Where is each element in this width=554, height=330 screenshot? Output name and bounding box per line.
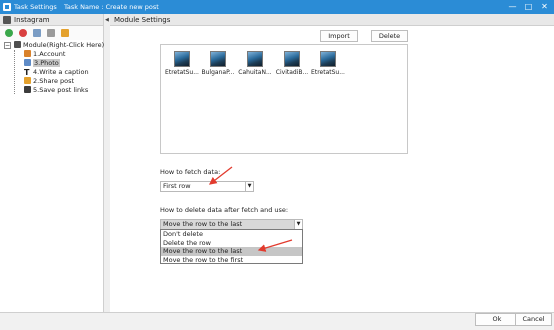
account-icon xyxy=(24,50,31,57)
photo-caption: EtretatSu... xyxy=(165,69,199,76)
photo-image xyxy=(247,51,263,67)
title-bar: Task Settings Task Name : Create new pos… xyxy=(0,0,554,14)
tree-item-photo[interactable]: 3.Photo xyxy=(24,59,60,68)
delete-button[interactable]: Delete xyxy=(371,30,408,42)
tree-toolbar xyxy=(0,26,104,40)
task-name: Task Name : Create new post xyxy=(64,3,159,11)
tree-item-label: 1.Account xyxy=(33,50,66,58)
ok-button[interactable]: Ok xyxy=(475,313,519,326)
paste-icon[interactable] xyxy=(47,29,55,37)
photo-thumbnail[interactable]: EtretatSu... xyxy=(165,51,199,76)
option-move-to-first[interactable]: Move the row to the first xyxy=(161,256,302,265)
photo-image xyxy=(210,51,226,67)
delete-options-list: Don't delete Delete the row Move the row… xyxy=(160,229,303,264)
minimize-button[interactable]: — xyxy=(507,2,518,12)
tree-root-label: Module(Right-Click Here) xyxy=(23,41,105,49)
photo-caption: CahuitaN... xyxy=(238,69,272,76)
tree-connector xyxy=(14,50,15,94)
chevron-down-icon[interactable]: ▼ xyxy=(245,182,253,191)
remove-icon[interactable] xyxy=(19,29,27,37)
close-button[interactable]: ✕ xyxy=(539,2,550,12)
fetch-select[interactable]: First row ▼ xyxy=(160,181,254,192)
photo-image xyxy=(284,51,300,67)
delete-after-select-value: Move the row to the last xyxy=(163,220,243,228)
photo-image xyxy=(320,51,336,67)
settings-icon[interactable] xyxy=(61,29,69,37)
photo-gallery: EtretatSu... BulganaP... CahuitaN... Civ… xyxy=(160,44,408,154)
copy-icon[interactable] xyxy=(33,29,41,37)
left-panel-header: Instagram xyxy=(0,14,104,26)
tree-item-label: 5.Save post links xyxy=(33,86,89,94)
footer-bar xyxy=(0,312,554,330)
text-icon: T xyxy=(24,68,30,77)
photo-thumbnail[interactable]: BulganaP... xyxy=(201,51,235,76)
photo-caption: CivitadiB... xyxy=(275,69,309,76)
photo-caption: BulganaP... xyxy=(201,69,235,76)
cancel-button[interactable]: Cancel xyxy=(515,313,552,326)
fetch-label: How to fetch data: xyxy=(160,168,221,176)
tree-item-share[interactable]: 2.Share post xyxy=(24,77,74,86)
module-icon xyxy=(14,41,21,48)
right-panel-header: Module Settings xyxy=(110,14,554,26)
fetch-select-value: First row xyxy=(163,182,191,190)
photo-thumbnail[interactable]: CahuitaN... xyxy=(238,51,272,76)
window-title: Task Settings xyxy=(14,3,57,11)
panel-splitter[interactable]: ◀ xyxy=(104,14,110,312)
app-icon xyxy=(3,3,11,11)
instagram-icon xyxy=(3,16,11,24)
import-button[interactable]: Import xyxy=(320,30,358,42)
tree-item-label: 2.Share post xyxy=(33,77,75,85)
left-panel-title: Instagram xyxy=(14,16,50,24)
tree-item-account[interactable]: 1.Account xyxy=(24,50,65,59)
module-settings-title: Module Settings xyxy=(114,16,171,24)
option-move-to-last[interactable]: Move the row to the last xyxy=(161,247,302,256)
collapse-icon[interactable]: − xyxy=(4,42,11,49)
option-delete-row[interactable]: Delete the row xyxy=(161,239,302,248)
tree-item-save-links[interactable]: 5.Save post links xyxy=(24,86,88,95)
tree-item-label: 4.Write a caption xyxy=(33,68,89,76)
tree-root[interactable]: Module(Right-Click Here) xyxy=(14,41,104,50)
photo-caption: EtretatSu... xyxy=(311,69,345,76)
maximize-button[interactable]: □ xyxy=(523,2,534,12)
photo-image xyxy=(174,51,190,67)
collapse-panel-icon[interactable]: ◀ xyxy=(105,17,109,23)
option-dont-delete[interactable]: Don't delete xyxy=(161,230,302,239)
photo-icon xyxy=(24,59,31,66)
delete-after-label: How to delete data after fetch and use: xyxy=(160,206,289,214)
tree-item-caption[interactable]: T 4.Write a caption xyxy=(24,68,89,77)
add-icon[interactable] xyxy=(5,29,13,37)
tree-item-label: 3.Photo xyxy=(33,59,60,67)
share-icon xyxy=(24,77,31,84)
save-icon xyxy=(24,86,31,93)
chevron-down-icon[interactable]: ▼ xyxy=(294,220,302,229)
photo-thumbnail[interactable]: CivitadiB... xyxy=(275,51,309,76)
photo-thumbnail[interactable]: EtretatSu... xyxy=(311,51,345,76)
